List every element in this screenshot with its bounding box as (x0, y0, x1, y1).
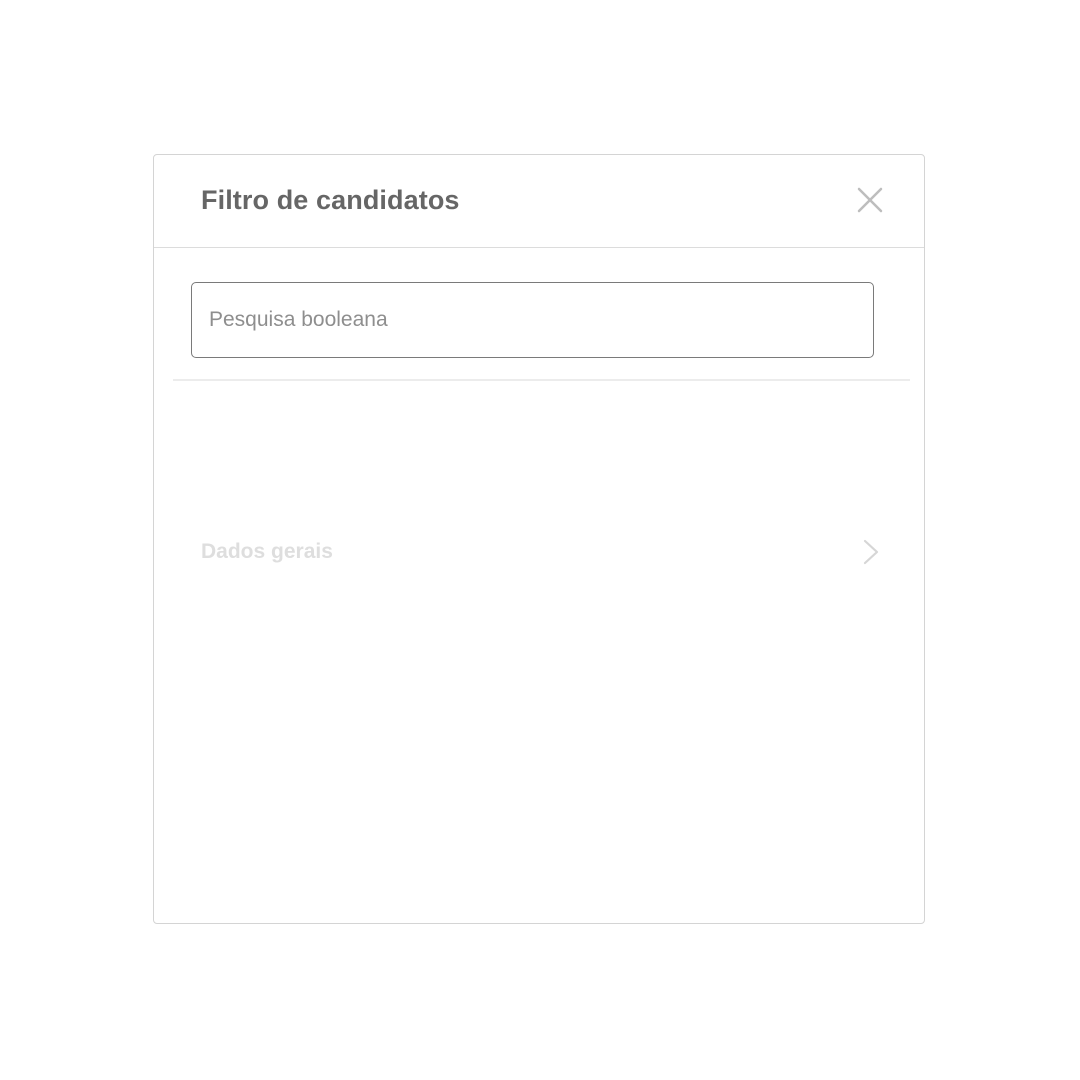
boolean-search-field[interactable] (191, 282, 874, 358)
candidate-filter-modal: Filtro de candidatos Dados gerais (153, 154, 925, 924)
boolean-search-input[interactable] (192, 283, 873, 357)
close-icon (857, 187, 883, 213)
chevron-right-icon (861, 539, 881, 565)
section-item-label: Dados gerais (201, 540, 333, 563)
modal-title: Filtro de candidatos (201, 185, 460, 215)
close-button[interactable] (855, 185, 885, 215)
divider (173, 379, 910, 381)
modal-header: Filtro de candidatos (154, 155, 924, 248)
section-item-dados-gerais[interactable]: Dados gerais (201, 527, 881, 577)
